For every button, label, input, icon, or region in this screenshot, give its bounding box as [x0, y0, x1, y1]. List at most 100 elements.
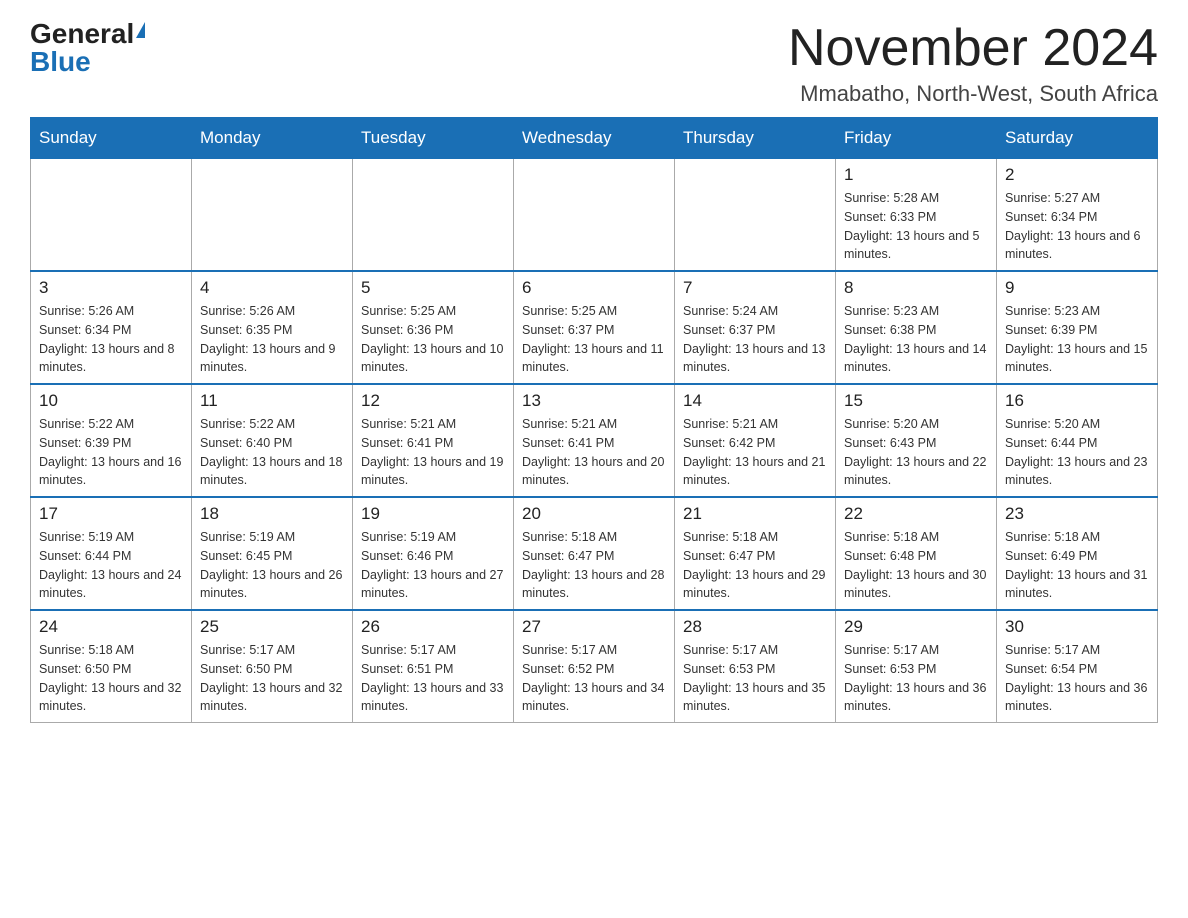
day-info: Sunrise: 5:19 AMSunset: 6:44 PMDaylight:…: [39, 528, 183, 603]
calendar-cell: 28 Sunrise: 5:17 AMSunset: 6:53 PMDayligh…: [675, 610, 836, 723]
calendar-cell: 25 Sunrise: 5:17 AMSunset: 6:50 PMDayligh…: [192, 610, 353, 723]
calendar-cell: 9 Sunrise: 5:23 AMSunset: 6:39 PMDaylight…: [997, 271, 1158, 384]
calendar-cell: 16 Sunrise: 5:20 AMSunset: 6:44 PMDayligh…: [997, 384, 1158, 497]
calendar-cell: [514, 159, 675, 272]
day-number: 30: [1005, 617, 1149, 637]
calendar-cell: 8 Sunrise: 5:23 AMSunset: 6:38 PMDaylight…: [836, 271, 997, 384]
day-number: 15: [844, 391, 988, 411]
calendar-table: SundayMondayTuesdayWednesdayThursdayFrid…: [30, 117, 1158, 723]
day-number: 19: [361, 504, 505, 524]
day-number: 8: [844, 278, 988, 298]
calendar-cell: 20Sunrise: 5:18 AMSunset: 6:47 PMDayligh…: [514, 497, 675, 610]
calendar-week-row: 10 Sunrise: 5:22 AMSunset: 6:39 PMDayligh…: [31, 384, 1158, 497]
day-number: 21: [683, 504, 827, 524]
calendar-cell: 5Sunrise: 5:25 AMSunset: 6:36 PMDaylight…: [353, 271, 514, 384]
calendar-header-row: SundayMondayTuesdayWednesdayThursdayFrid…: [31, 118, 1158, 159]
day-number: 24: [39, 617, 183, 637]
day-info: Sunrise: 5:28 AMSunset: 6:33 PMDaylight:…: [844, 189, 988, 264]
weekday-header-tuesday: Tuesday: [353, 118, 514, 159]
calendar-cell: 14 Sunrise: 5:21 AMSunset: 6:42 PMDayligh…: [675, 384, 836, 497]
day-info: Sunrise: 5:18 AMSunset: 6:48 PMDaylight:…: [844, 528, 988, 603]
day-number: 17: [39, 504, 183, 524]
day-info: Sunrise: 5:17 AMSunset: 6:52 PMDaylight:…: [522, 641, 666, 716]
day-info: Sunrise: 5:25 AMSunset: 6:37 PMDaylight:…: [522, 302, 666, 377]
calendar-cell: [192, 159, 353, 272]
day-info: Sunrise: 5:22 AMSunset: 6:39 PMDaylight:…: [39, 415, 183, 490]
weekday-header-sunday: Sunday: [31, 118, 192, 159]
page-header: General Blue November 2024 Mmabatho, Nor…: [30, 20, 1158, 107]
day-number: 16: [1005, 391, 1149, 411]
calendar-cell: 6 Sunrise: 5:25 AMSunset: 6:37 PMDaylight…: [514, 271, 675, 384]
calendar-cell: 13 Sunrise: 5:21 AMSunset: 6:41 PMDayligh…: [514, 384, 675, 497]
day-info: Sunrise: 5:26 AMSunset: 6:35 PMDaylight:…: [200, 302, 344, 377]
calendar-cell: 21 Sunrise: 5:18 AMSunset: 6:47 PMDayligh…: [675, 497, 836, 610]
calendar-cell: 11Sunrise: 5:22 AMSunset: 6:40 PMDayligh…: [192, 384, 353, 497]
day-info: Sunrise: 5:25 AMSunset: 6:36 PMDaylight:…: [361, 302, 505, 377]
title-block: November 2024 Mmabatho, North-West, Sout…: [788, 20, 1158, 107]
calendar-cell: [353, 159, 514, 272]
day-info: Sunrise: 5:21 AMSunset: 6:41 PMDaylight:…: [522, 415, 666, 490]
day-number: 29: [844, 617, 988, 637]
day-info: Sunrise: 5:22 AMSunset: 6:40 PMDaylight:…: [200, 415, 344, 490]
day-number: 10: [39, 391, 183, 411]
day-number: 13: [522, 391, 666, 411]
day-number: 12: [361, 391, 505, 411]
day-info: Sunrise: 5:26 AMSunset: 6:34 PMDaylight:…: [39, 302, 183, 377]
day-number: 25: [200, 617, 344, 637]
calendar-week-row: 17 Sunrise: 5:19 AMSunset: 6:44 PMDayligh…: [31, 497, 1158, 610]
calendar-week-row: 1Sunrise: 5:28 AMSunset: 6:33 PMDaylight…: [31, 159, 1158, 272]
calendar-cell: 22 Sunrise: 5:18 AMSunset: 6:48 PMDayligh…: [836, 497, 997, 610]
day-info: Sunrise: 5:18 AMSunset: 6:50 PMDaylight:…: [39, 641, 183, 716]
day-number: 9: [1005, 278, 1149, 298]
calendar-cell: 7 Sunrise: 5:24 AMSunset: 6:37 PMDaylight…: [675, 271, 836, 384]
day-info: Sunrise: 5:23 AMSunset: 6:39 PMDaylight:…: [1005, 302, 1149, 377]
weekday-header-wednesday: Wednesday: [514, 118, 675, 159]
calendar-cell: 27 Sunrise: 5:17 AMSunset: 6:52 PMDayligh…: [514, 610, 675, 723]
day-number: 23: [1005, 504, 1149, 524]
day-info: Sunrise: 5:18 AMSunset: 6:47 PMDaylight:…: [683, 528, 827, 603]
day-number: 27: [522, 617, 666, 637]
calendar-cell: 24 Sunrise: 5:18 AMSunset: 6:50 PMDayligh…: [31, 610, 192, 723]
calendar-cell: [675, 159, 836, 272]
calendar-cell: 4Sunrise: 5:26 AMSunset: 6:35 PMDaylight…: [192, 271, 353, 384]
calendar-cell: 30 Sunrise: 5:17 AMSunset: 6:54 PMDayligh…: [997, 610, 1158, 723]
calendar-cell: 29 Sunrise: 5:17 AMSunset: 6:53 PMDayligh…: [836, 610, 997, 723]
day-number: 3: [39, 278, 183, 298]
day-number: 7: [683, 278, 827, 298]
day-number: 26: [361, 617, 505, 637]
weekday-header-friday: Friday: [836, 118, 997, 159]
day-info: Sunrise: 5:23 AMSunset: 6:38 PMDaylight:…: [844, 302, 988, 377]
logo-general-text: General: [30, 20, 134, 48]
month-title: November 2024: [788, 20, 1158, 77]
day-info: Sunrise: 5:24 AMSunset: 6:37 PMDaylight:…: [683, 302, 827, 377]
day-info: Sunrise: 5:17 AMSunset: 6:53 PMDaylight:…: [844, 641, 988, 716]
location-title: Mmabatho, North-West, South Africa: [788, 81, 1158, 107]
calendar-cell: 10 Sunrise: 5:22 AMSunset: 6:39 PMDayligh…: [31, 384, 192, 497]
day-info: Sunrise: 5:18 AMSunset: 6:49 PMDaylight:…: [1005, 528, 1149, 603]
day-info: Sunrise: 5:27 AMSunset: 6:34 PMDaylight:…: [1005, 189, 1149, 264]
day-info: Sunrise: 5:19 AMSunset: 6:46 PMDaylight:…: [361, 528, 505, 603]
calendar-cell: 19 Sunrise: 5:19 AMSunset: 6:46 PMDayligh…: [353, 497, 514, 610]
day-info: Sunrise: 5:21 AMSunset: 6:42 PMDaylight:…: [683, 415, 827, 490]
day-info: Sunrise: 5:17 AMSunset: 6:50 PMDaylight:…: [200, 641, 344, 716]
weekday-header-saturday: Saturday: [997, 118, 1158, 159]
logo-triangle-icon: [136, 22, 145, 38]
day-number: 20: [522, 504, 666, 524]
day-info: Sunrise: 5:17 AMSunset: 6:54 PMDaylight:…: [1005, 641, 1149, 716]
day-number: 6: [522, 278, 666, 298]
calendar-cell: 3 Sunrise: 5:26 AMSunset: 6:34 PMDaylight…: [31, 271, 192, 384]
logo-blue-text: Blue: [30, 48, 91, 76]
calendar-cell: 1Sunrise: 5:28 AMSunset: 6:33 PMDaylight…: [836, 159, 997, 272]
calendar-cell: 15Sunrise: 5:20 AMSunset: 6:43 PMDayligh…: [836, 384, 997, 497]
day-number: 14: [683, 391, 827, 411]
day-number: 28: [683, 617, 827, 637]
calendar-week-row: 3 Sunrise: 5:26 AMSunset: 6:34 PMDaylight…: [31, 271, 1158, 384]
day-info: Sunrise: 5:19 AMSunset: 6:45 PMDaylight:…: [200, 528, 344, 603]
day-info: Sunrise: 5:20 AMSunset: 6:44 PMDaylight:…: [1005, 415, 1149, 490]
calendar-cell: [31, 159, 192, 272]
calendar-cell: 26Sunrise: 5:17 AMSunset: 6:51 PMDayligh…: [353, 610, 514, 723]
day-number: 22: [844, 504, 988, 524]
day-info: Sunrise: 5:21 AMSunset: 6:41 PMDaylight:…: [361, 415, 505, 490]
day-number: 18: [200, 504, 344, 524]
day-info: Sunrise: 5:17 AMSunset: 6:53 PMDaylight:…: [683, 641, 827, 716]
